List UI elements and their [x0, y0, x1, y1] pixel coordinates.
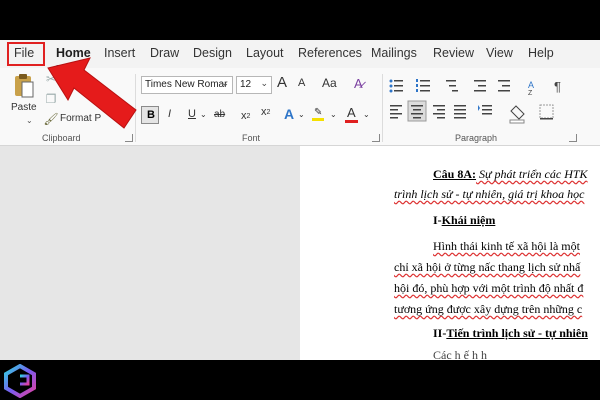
copy-icon[interactable]: ❐ [44, 92, 58, 106]
chevron-down-icon[interactable]: ⌄ [200, 110, 207, 119]
heading-1-number: I- [433, 213, 442, 227]
tab-insert[interactable]: Insert [104, 46, 135, 60]
doc-line-5[interactable]: chỉ xã hội ở từng nấc thang lịch sử nhấ [394, 260, 580, 275]
underline-icon[interactable]: U [188, 108, 196, 120]
file-tab-highlight-box [7, 42, 45, 66]
doc-line-1[interactable]: Câu 8A: Sự phát triển các HTK [433, 167, 588, 182]
ribbon-tabs: File Home Insert Draw Design Layout Refe… [0, 40, 600, 68]
question-text: Sự phát triển các HTK [476, 167, 588, 181]
paragraph-tools: A Z ¶ [389, 79, 561, 124]
tab-references[interactable]: References [298, 46, 362, 60]
svg-text:A: A [528, 80, 534, 90]
group-divider [382, 74, 383, 142]
ribbon-home: Paste ⌄ ✂ ❐ 🖌 Format P Clipboard Times N… [0, 68, 600, 146]
tab-view[interactable]: View [486, 46, 513, 60]
font-name-select[interactable]: Times New Romar ⌄ [141, 76, 233, 94]
tab-draw[interactable]: Draw [150, 46, 179, 60]
paragraph-launcher-icon[interactable] [569, 134, 577, 142]
question-label: Câu 8A: [433, 167, 477, 181]
font-color-icon[interactable]: A [345, 106, 358, 123]
chevron-down-icon: ⌄ [221, 78, 229, 88]
heading-1[interactable]: I-Khái niệm [433, 213, 495, 228]
chevron-down-icon: ⌄ [260, 78, 268, 88]
chevron-down-icon[interactable]: ⌄ [298, 110, 305, 119]
doc-line-4[interactable]: Hình thái kinh tế xã hội là một [433, 239, 580, 254]
tab-home[interactable]: Home [56, 46, 91, 60]
tab-mailings[interactable]: Mailings [371, 46, 417, 60]
chevron-down-icon[interactable]: ⌄ [330, 110, 337, 119]
shrink-font-icon[interactable]: A [298, 77, 305, 89]
superscript-icon[interactable]: x2 [261, 106, 270, 118]
clipboard-launcher-icon[interactable] [125, 134, 133, 142]
clear-formatting-icon[interactable]: A̷ [354, 76, 363, 91]
doc-line-2[interactable]: trình lịch sử - tự nhiên, giá trị khoa h… [394, 187, 584, 202]
highlight-icon[interactable]: ✎ [312, 107, 325, 121]
tab-layout[interactable]: Layout [246, 46, 284, 60]
paragraph-group-label: Paragraph [455, 133, 498, 143]
font-group-label: Font [242, 133, 261, 143]
text-effects-icon[interactable]: A [284, 106, 294, 122]
site-logo [4, 364, 36, 398]
cut-icon[interactable]: ✂ [44, 72, 58, 86]
svg-text:Z: Z [528, 90, 533, 97]
bold-icon: B [147, 109, 155, 121]
paste-icon[interactable] [12, 72, 36, 100]
heading-2-number: II- [433, 326, 447, 340]
format-painter-icon[interactable]: 🖌 [43, 112, 58, 126]
svg-text:¶: ¶ [554, 79, 561, 94]
doc-line-9[interactable]: Các h ế h h [433, 348, 487, 360]
tab-review[interactable]: Review [433, 46, 474, 60]
heading-2-text: Tiến trình lịch sử - tự nhiên [446, 326, 588, 340]
paste-button[interactable]: Paste [11, 102, 37, 113]
tab-help[interactable]: Help [528, 46, 554, 60]
doc-line-6[interactable]: hội đó, phù hợp với một trình độ nhất đ [394, 281, 583, 296]
format-painter-button[interactable]: Format P [60, 113, 101, 124]
italic-icon[interactable]: I [168, 108, 171, 120]
chevron-down-icon[interactable]: ⌄ [363, 110, 370, 119]
change-case-icon[interactable]: Aa [322, 76, 337, 90]
font-size-select[interactable]: 12 ⌄ [236, 76, 272, 94]
bold-button[interactable]: B [141, 106, 159, 124]
clipboard-group-label: Clipboard [42, 133, 81, 143]
font-size-value: 12 [240, 79, 252, 90]
heading-1-text: Khái niệm [441, 213, 496, 227]
grow-font-icon[interactable]: A [277, 74, 287, 91]
font-name-value: Times New Romar [145, 79, 228, 90]
group-divider [135, 74, 136, 142]
document-page[interactable]: Câu 8A: Sự phát triển các HTK trình lịch… [300, 146, 600, 360]
paste-dropdown-icon[interactable]: ⌄ [26, 116, 33, 125]
word-window: File Home Insert Draw Design Layout Refe… [0, 40, 600, 360]
document-canvas[interactable]: Câu 8A: Sự phát triển các HTK trình lịch… [0, 146, 600, 360]
heading-2[interactable]: II-Tiến trình lịch sử - tự nhiên [433, 326, 588, 341]
subscript-icon[interactable]: x2 [241, 110, 250, 122]
font-launcher-icon[interactable] [372, 134, 380, 142]
doc-line-7[interactable]: tương ứng được xây dựng trên những c [394, 302, 582, 317]
strikethrough-icon[interactable]: ab [214, 109, 225, 120]
tab-design[interactable]: Design [193, 46, 232, 60]
